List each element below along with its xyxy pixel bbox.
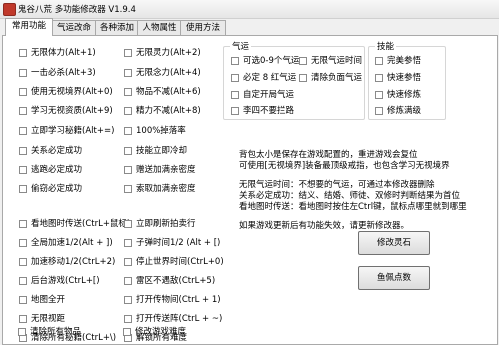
checkbox[interactable] [299, 57, 307, 65]
main-panel: 无限体力(Alt+1) 一击必杀(Alt+3) 使用无视境界(Alt+0) 学习… [2, 35, 498, 345]
checkbox[interactable] [124, 220, 132, 228]
app-icon [3, 3, 16, 16]
checkbox-label: 清除所有物品 [30, 327, 82, 337]
tab-luck[interactable]: 气运改命 [51, 20, 97, 35]
tab-strip: 常用功能 气运改命 各种添加 人物属性 使用方法 [2, 18, 497, 36]
checkbox-label: 停止世界时间(CtrL+0) [136, 257, 224, 267]
checkbox[interactable] [18, 328, 26, 336]
checkbox[interactable] [124, 147, 132, 155]
checkbox[interactable] [19, 88, 27, 96]
title-bar: 鬼谷八荒 多功能修改器 V1.9.4 [0, 0, 499, 19]
checkbox[interactable] [124, 127, 132, 135]
checkbox-label: 一击必杀(Alt+3) [31, 68, 96, 78]
checkbox[interactable] [231, 107, 239, 115]
checkbox-label: 使用无视境界(Alt+0) [31, 87, 113, 97]
info-line-6: 如果游戏更新后有功能失效，请更新修改器。 [239, 221, 410, 231]
checkbox-label: 地图全开 [31, 295, 66, 305]
checkbox[interactable] [19, 258, 27, 266]
checkbox[interactable] [124, 185, 132, 193]
checkbox[interactable] [123, 328, 131, 336]
checkbox[interactable] [375, 57, 383, 65]
checkbox-label: 打开传物间(CtrL + 1) [136, 295, 221, 305]
checkbox[interactable] [19, 166, 27, 174]
checkbox-label: 100%掉落率 [136, 126, 186, 136]
checkbox-label: 后台游戏(CtrL+[) [31, 276, 100, 286]
checkbox-label: 学习无视资质(Alt+9) [31, 106, 113, 116]
checkbox-label: 立即刷新拍卖行 [136, 219, 196, 229]
checkbox-label: 无限气运时间 [311, 56, 363, 66]
checkbox-label: 完美参悟 [387, 56, 422, 66]
fish-points-button[interactable]: 鱼佩点数 [358, 266, 430, 290]
checkbox[interactable] [19, 277, 27, 285]
checkbox-label: 全局加速1/2(Alt + ]) [31, 238, 113, 248]
checkbox[interactable] [19, 185, 27, 193]
checkbox-label: 快速修炼 [387, 90, 422, 100]
checkbox-label: 自定开局气运 [243, 90, 295, 100]
checkbox[interactable] [19, 49, 27, 57]
checkbox-label: 无限灵力(Alt+2) [136, 48, 201, 58]
info-line-2: 可使用[无视境界]装备最顶级戒指，也包含学习无视境界 [239, 161, 450, 171]
checkbox[interactable] [375, 107, 383, 115]
checkbox-label: 必定 8 红气运 [243, 73, 297, 83]
checkbox[interactable] [19, 239, 27, 247]
checkbox-label: 逃跑必定成功 [31, 165, 83, 175]
checkbox[interactable] [19, 127, 27, 135]
checkbox-label: 技能立即冷却 [136, 146, 188, 156]
checkbox[interactable] [124, 239, 132, 247]
checkbox[interactable] [124, 277, 132, 285]
checkbox[interactable] [124, 107, 132, 115]
checkbox[interactable] [124, 69, 132, 77]
checkbox[interactable] [124, 166, 132, 174]
tab-usage[interactable]: 使用方法 [180, 20, 226, 35]
checkbox[interactable] [19, 296, 27, 304]
checkbox[interactable] [124, 49, 132, 57]
checkbox-label: 物品不减(Alt+6) [136, 87, 201, 97]
tab-add[interactable]: 各种添加 [95, 20, 139, 35]
checkbox-label: 加速移动1/2(CtrL+2) [31, 257, 116, 267]
checkbox-label: 雷区不遇敌(CtrL+5) [136, 276, 216, 286]
checkbox[interactable] [299, 74, 307, 82]
checkbox-label: 立即学习秘籍(Alt+=) [31, 126, 115, 136]
checkbox-label: 无限体力(Alt+1) [31, 48, 96, 58]
window-title: 鬼谷八荒 多功能修改器 V1.9.4 [18, 5, 136, 15]
checkbox[interactable] [124, 88, 132, 96]
checkbox[interactable] [231, 57, 239, 65]
checkbox-label: 关系必定成功 [31, 146, 83, 156]
checkbox[interactable] [375, 91, 383, 99]
skill-group-title: 技能 [375, 40, 397, 52]
checkbox-label: 无限视距 [31, 314, 66, 324]
luck-group-title: 气运 [230, 40, 252, 52]
checkbox[interactable] [19, 69, 27, 77]
checkbox[interactable] [19, 220, 27, 228]
checkbox-label: 赠送加满亲密度 [136, 165, 196, 175]
checkbox[interactable] [124, 315, 132, 323]
checkbox-label: 清除负面气运 [311, 73, 363, 83]
checkbox-label: 快速参悟 [387, 73, 422, 83]
modify-stone-button[interactable]: 修改灵石 [358, 231, 430, 255]
checkbox-label: 子弹时间1/2 (Alt + [) [136, 238, 221, 248]
info-line-5: 看地图时传送：看地图时按住左Ctrl键，鼠标点哪里就到哪里 [239, 202, 467, 212]
checkbox-label: 偷窃必定成功 [31, 184, 83, 194]
tab-common[interactable]: 常用功能 [5, 18, 53, 36]
checkbox[interactable] [19, 315, 27, 323]
checkbox[interactable] [124, 258, 132, 266]
checkbox-label: 修改游戏难度 [135, 327, 187, 337]
checkbox-label: 可选0-9个气运 [243, 56, 300, 66]
checkbox[interactable] [231, 74, 239, 82]
checkbox-label: 修炼满级 [387, 106, 422, 116]
checkbox[interactable] [375, 74, 383, 82]
checkbox-label: 精力不减(Alt+8) [136, 106, 201, 116]
checkbox-label: 打开传送阵(CtrL + ~) [136, 314, 223, 324]
checkbox-label: 索取加满亲密度 [136, 184, 196, 194]
checkbox[interactable] [124, 296, 132, 304]
tab-attributes[interactable]: 人物属性 [137, 20, 182, 35]
checkbox-label: 看地图时传送(CtrL+鼠标) [31, 219, 131, 229]
checkbox[interactable] [231, 91, 239, 99]
checkbox[interactable] [19, 107, 27, 115]
checkbox-label: 无限念力(Alt+4) [136, 68, 201, 78]
checkbox[interactable] [19, 147, 27, 155]
checkbox-label: 李四不要拦路 [243, 106, 295, 116]
